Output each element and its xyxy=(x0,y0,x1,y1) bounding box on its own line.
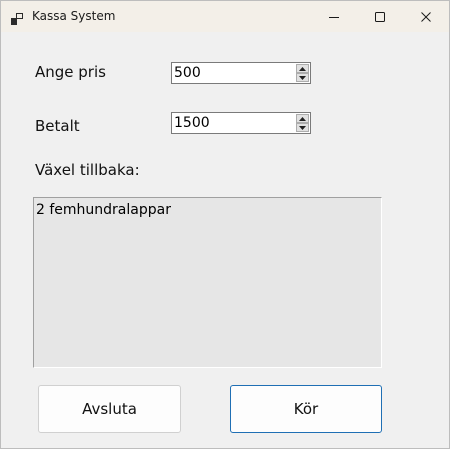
paid-value[interactable]: 1500 xyxy=(174,115,210,131)
close-button[interactable] xyxy=(403,1,449,32)
chevron-down-icon xyxy=(299,75,306,80)
kassa-window: Kassa System Ange pris 500 Betalt 1500 V… xyxy=(0,0,450,449)
run-button[interactable]: Kör xyxy=(230,385,382,433)
price-spin-up-button[interactable] xyxy=(296,64,309,73)
price-label: Ange pris xyxy=(35,63,106,81)
paid-label: Betalt xyxy=(35,117,80,135)
chevron-up-icon xyxy=(299,66,306,71)
minimize-button[interactable] xyxy=(311,1,357,32)
price-stepper[interactable]: 500 xyxy=(171,62,311,84)
change-label: Växel tillbaka: xyxy=(35,161,140,179)
price-value[interactable]: 500 xyxy=(174,65,201,81)
price-spin-down-button[interactable] xyxy=(296,73,309,82)
close-icon xyxy=(421,11,431,22)
change-output-text: 2 femhundralappar xyxy=(36,202,171,218)
price-spin-buttons xyxy=(296,64,309,82)
paid-stepper[interactable]: 1500 xyxy=(171,112,311,134)
minimize-icon xyxy=(329,16,339,18)
maximize-button[interactable] xyxy=(357,1,403,32)
change-output-box[interactable]: 2 femhundralappar xyxy=(33,197,382,368)
chevron-up-icon xyxy=(299,116,306,121)
chevron-down-icon xyxy=(299,125,306,130)
maximize-icon xyxy=(375,11,385,22)
quit-button[interactable]: Avsluta xyxy=(38,385,181,433)
title-bar[interactable]: Kassa System xyxy=(1,1,449,32)
paid-spin-buttons xyxy=(296,114,309,132)
paid-spin-down-button[interactable] xyxy=(296,123,309,132)
paid-spin-up-button[interactable] xyxy=(296,114,309,123)
app-icon[interactable] xyxy=(11,10,23,25)
window-title: Kassa System xyxy=(32,9,116,23)
